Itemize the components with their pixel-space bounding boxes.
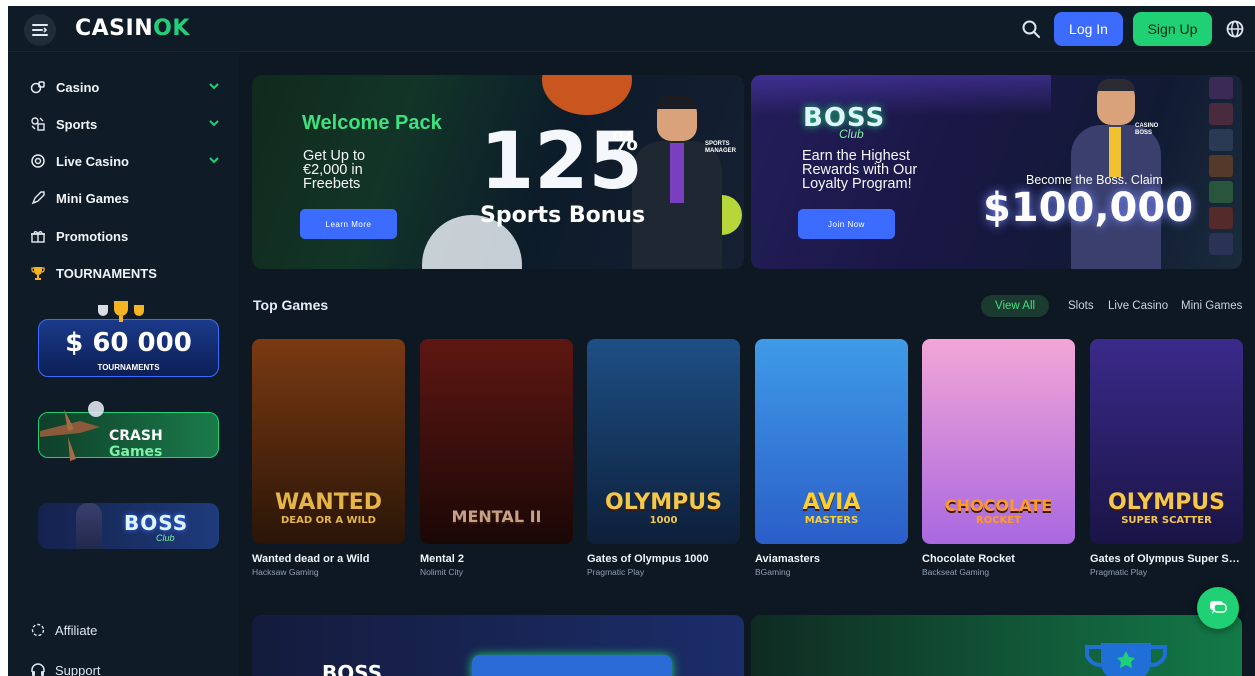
sidebar-item-label: Mini Games xyxy=(56,190,129,206)
sidebar-item-live-casino[interactable]: Live Casino xyxy=(30,150,220,172)
sidebar-item-label: Promotions xyxy=(56,228,129,244)
trophy-icon xyxy=(90,299,150,330)
boss-club-subtitle: Earn the Highest Rewards with Our Loyalty … xyxy=(802,148,918,192)
game-art-logo: MENTAL II xyxy=(451,507,542,526)
trophy-icon xyxy=(1085,643,1167,676)
boss-club-promo-tile[interactable]: BOSS Club xyxy=(38,503,219,549)
sports-manager-tag: SPORTS MANAGER xyxy=(705,141,736,154)
sidebar-item-mini-games[interactable]: Mini Games xyxy=(30,187,220,209)
sports-icon xyxy=(30,116,46,132)
game-title[interactable]: Mental 2 xyxy=(420,553,575,565)
filter-live-casino[interactable]: Live Casino xyxy=(1108,295,1168,317)
menu-icon xyxy=(32,24,48,36)
sidebar: Casino Sports Live Casino Mini Games Pro… xyxy=(8,53,239,676)
sidebar-item-casino[interactable]: Casino xyxy=(30,76,220,98)
game-title[interactable]: Aviamasters xyxy=(755,553,910,565)
trophy-icon xyxy=(30,265,46,281)
casinok-logo[interactable]: CASINOK xyxy=(75,16,190,41)
game-provider: Hacksaw Gaming xyxy=(252,567,319,577)
percent-sign: % xyxy=(612,127,639,157)
tournament-caption: TOURNAMENTS xyxy=(97,363,160,372)
top-header: CASINOK Log In Sign Up xyxy=(8,6,1255,52)
game-card[interactable]: OLYMPUS 1000 xyxy=(587,339,740,544)
filter-slots[interactable]: Slots xyxy=(1068,295,1094,317)
game-provider: Backseat Gaming xyxy=(922,567,990,577)
sidebar-item-label: Affiliate xyxy=(55,622,98,638)
sidebar-item-label: Casino xyxy=(56,79,100,95)
boss-bottom-banner[interactable]: BOSS xyxy=(252,615,744,676)
chevron-down-icon[interactable] xyxy=(208,80,220,92)
boss-logo: BOSS xyxy=(124,511,189,535)
casino-icon xyxy=(30,79,46,95)
game-art-logo: CHOCOLATE ROCKET xyxy=(944,496,1053,526)
casino-app: CASINOK Log In Sign Up Casino Sports Liv… xyxy=(8,6,1255,676)
game-card[interactable]: MENTAL II xyxy=(420,339,573,544)
basketball-graphic xyxy=(542,75,632,115)
game-card[interactable]: CHOCOLATE ROCKET xyxy=(922,339,1075,544)
sports-manager-character xyxy=(632,95,722,269)
game-provider: BGaming xyxy=(755,567,791,577)
avatar-strip xyxy=(1209,75,1233,269)
boss-club-banner[interactable]: BOSS Club Earn the Highest Rewards with O… xyxy=(751,75,1242,269)
boss-prize-amount: $100,000 xyxy=(983,185,1194,231)
rocket-icon xyxy=(30,190,46,206)
game-card[interactable]: AVIA MASTERS xyxy=(755,339,908,544)
login-button[interactable]: Log In xyxy=(1054,12,1123,46)
welcome-pack-title: Welcome Pack xyxy=(302,112,442,134)
search-icon[interactable] xyxy=(1020,18,1042,40)
game-title[interactable]: Chocolate Rocket xyxy=(922,553,1077,565)
welcome-pack-subtitle: Get Up to €2,000 in Freebets xyxy=(303,148,366,192)
game-card[interactable]: WANTED DEAD OR A WILD xyxy=(252,339,405,544)
chevron-down-icon[interactable] xyxy=(208,154,220,166)
sidebar-item-label: Live Casino xyxy=(56,153,129,169)
crash-games-label: CRASH Games xyxy=(109,428,163,458)
game-art-logo: OLYMPUS SUPER SCATTER xyxy=(1108,490,1225,526)
sidebar-item-support[interactable]: Support xyxy=(30,662,101,676)
game-title[interactable]: Gates of Olympus Super Scatter xyxy=(1090,553,1245,565)
game-art-logo: OLYMPUS 1000 xyxy=(605,490,722,526)
game-provider: Nolimit City xyxy=(420,567,463,577)
live-casino-icon xyxy=(30,153,46,169)
boss-bottom-logo xyxy=(472,655,672,676)
sidebar-item-tournaments[interactable]: TOURNAMENTS xyxy=(30,262,220,284)
tournament-bottom-banner[interactable] xyxy=(751,615,1242,676)
tournament-amount: $ 60 000 xyxy=(65,328,192,358)
filter-view-all[interactable]: View All xyxy=(981,295,1050,317)
affiliate-icon xyxy=(31,623,45,637)
join-now-button[interactable]: Join Now xyxy=(798,209,895,239)
casino-boss-tag: CASINO BOSS xyxy=(1135,123,1159,136)
game-art-logo: WANTED DEAD OR A WILD xyxy=(274,490,382,526)
game-title[interactable]: Gates of Olympus 1000 xyxy=(587,553,742,565)
sidebar-item-affiliate[interactable]: Affiliate xyxy=(30,622,97,638)
boss-club-logo-sub: Club xyxy=(839,127,864,141)
banner-glow xyxy=(751,75,1051,115)
welcome-pack-banner[interactable]: Welcome Pack Get Up to €2,000 in Freebets … xyxy=(252,75,744,269)
headset-icon xyxy=(31,663,45,676)
game-card[interactable]: OLYMPUS SUPER SCATTER xyxy=(1090,339,1243,544)
filter-mini-games[interactable]: Mini Games xyxy=(1181,295,1242,317)
game-provider: Pragmatic Play xyxy=(587,567,645,577)
sidebar-item-label: TOURNAMENTS xyxy=(56,265,157,281)
gift-icon xyxy=(30,228,46,244)
game-provider: Pragmatic Play xyxy=(1090,567,1148,577)
sidebar-item-sports[interactable]: Sports xyxy=(30,113,220,135)
menu-toggle-button[interactable] xyxy=(24,14,56,46)
sidebar-item-label: Support xyxy=(55,662,101,676)
airplane-icon xyxy=(40,401,104,461)
sports-bonus-label: Sports Bonus xyxy=(480,203,646,228)
boss-bottom-text: BOSS xyxy=(322,661,383,676)
chevron-down-icon[interactable] xyxy=(208,117,220,129)
boss-character xyxy=(76,503,102,549)
top-games-title: Top Games xyxy=(253,297,329,313)
boss-logo-sub: Club xyxy=(156,533,175,543)
game-art-logo: AVIA MASTERS xyxy=(802,490,861,526)
sidebar-item-promotions[interactable]: Promotions xyxy=(30,225,220,247)
chat-icon xyxy=(1210,601,1227,614)
learn-more-button[interactable]: Learn More xyxy=(300,209,397,239)
chat-button[interactable] xyxy=(1197,587,1239,629)
game-title[interactable]: Wanted dead or a Wild xyxy=(252,553,407,565)
globe-icon[interactable] xyxy=(1224,18,1246,40)
signup-button[interactable]: Sign Up xyxy=(1133,12,1212,46)
sidebar-item-label: Sports xyxy=(56,116,98,132)
